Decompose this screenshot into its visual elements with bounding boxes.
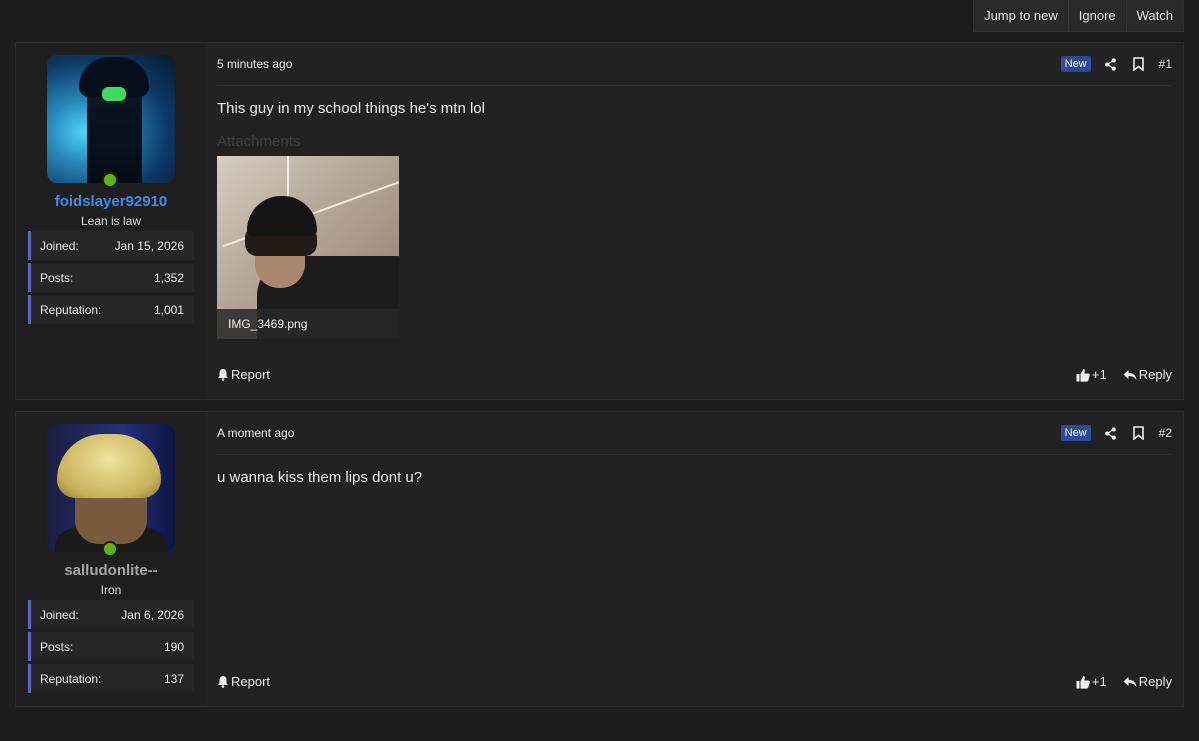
jump-to-new-button[interactable]: Jump to new xyxy=(974,0,1068,31)
thread-actions-bar: Jump to new Ignore Watch xyxy=(973,0,1184,32)
avatar[interactable] xyxy=(47,424,175,552)
like-button[interactable]: +1 xyxy=(1076,367,1107,382)
reply-icon xyxy=(1123,676,1137,688)
post-message: u wanna kiss them lips dont u? xyxy=(217,469,423,486)
attachment-filename[interactable]: IMG_3469.png xyxy=(217,309,399,339)
post-timestamp[interactable]: 5 minutes ago xyxy=(217,57,292,71)
stat-label: Posts: xyxy=(40,639,74,654)
stat-joined: Joined: Jan 6, 2026 xyxy=(28,600,194,629)
bell-icon xyxy=(217,675,229,688)
post-number-link[interactable]: #2 xyxy=(1159,426,1172,440)
stat-label: Reputation: xyxy=(40,671,102,686)
user-title: Iron xyxy=(100,583,122,597)
stat-value: Jan 15, 2026 xyxy=(114,238,184,253)
avatar[interactable] xyxy=(47,55,175,183)
report-label: Report xyxy=(231,674,271,689)
user-title: Lean is law xyxy=(80,214,142,228)
post-footer: Report +1 Reply xyxy=(217,367,1172,382)
stat-posts: Posts: 190 xyxy=(28,632,194,661)
user-info-panel: salludonlite-- Iron Joined: Jan 6, 2026 … xyxy=(16,412,206,706)
username-link[interactable]: salludonlite-- xyxy=(16,562,206,579)
online-status-indicator xyxy=(102,172,118,188)
stat-joined: Joined: Jan 15, 2026 xyxy=(28,231,194,260)
reply-icon xyxy=(1123,369,1137,381)
post-footer: Report +1 Reply xyxy=(217,674,1172,689)
attachments-heading: Attachments xyxy=(217,133,301,150)
bell-icon xyxy=(217,368,229,381)
post-header: A moment ago New #2 xyxy=(217,412,1172,455)
bookmark-icon[interactable] xyxy=(1131,56,1147,72)
attachment-thumbnail[interactable]: IMG_3469.png xyxy=(217,156,399,339)
stat-value: Jan 6, 2026 xyxy=(121,607,184,622)
post-content: 5 minutes ago New #1 This guy in my scho… xyxy=(206,43,1183,399)
report-label: Report xyxy=(231,367,271,382)
report-button[interactable]: Report xyxy=(217,674,270,689)
user-stats: Joined: Jan 15, 2026 Posts: 1,352 Reputa… xyxy=(28,231,194,327)
post: salludonlite-- Iron Joined: Jan 6, 2026 … xyxy=(15,411,1184,707)
new-badge: New xyxy=(1060,56,1091,72)
watch-button[interactable]: Watch xyxy=(1125,0,1183,31)
stat-label: Posts: xyxy=(40,270,74,285)
stat-value: 137 xyxy=(163,671,184,686)
like-count: +1 xyxy=(1091,674,1107,689)
stat-reputation: Reputation: 1,001 xyxy=(28,295,194,324)
post-message: This guy in my school things he's mtn lo… xyxy=(217,100,485,117)
online-status-indicator xyxy=(102,541,118,557)
share-icon[interactable] xyxy=(1103,425,1119,441)
bookmark-icon[interactable] xyxy=(1131,425,1147,441)
user-info-panel: foidslayer92910 Lean is law Joined: Jan … xyxy=(16,43,206,399)
stat-value: 1,001 xyxy=(153,302,184,317)
new-badge: New xyxy=(1060,425,1091,441)
post-timestamp[interactable]: A moment ago xyxy=(217,426,294,440)
stat-posts: Posts: 1,352 xyxy=(28,263,194,292)
user-stats: Joined: Jan 6, 2026 Posts: 190 Reputatio… xyxy=(28,600,194,696)
post: foidslayer92910 Lean is law Joined: Jan … xyxy=(15,42,1184,400)
thumbs-up-icon xyxy=(1076,368,1090,382)
ignore-button[interactable]: Ignore xyxy=(1067,0,1126,31)
post-header: 5 minutes ago New #1 xyxy=(217,43,1172,86)
username-link[interactable]: foidslayer92910 xyxy=(16,193,206,210)
stat-label: Joined: xyxy=(40,238,79,253)
stat-value: 1,352 xyxy=(153,270,184,285)
reply-button[interactable]: Reply xyxy=(1123,674,1172,689)
reply-label: Reply xyxy=(1138,367,1172,382)
like-button[interactable]: +1 xyxy=(1076,674,1107,689)
stat-label: Reputation: xyxy=(40,302,102,317)
share-icon[interactable] xyxy=(1103,56,1119,72)
thumbs-up-icon xyxy=(1076,675,1090,689)
like-count: +1 xyxy=(1091,367,1107,382)
reply-button[interactable]: Reply xyxy=(1123,367,1172,382)
reply-label: Reply xyxy=(1138,674,1172,689)
stat-label: Joined: xyxy=(40,607,79,622)
stat-value: 190 xyxy=(163,639,184,654)
post-number-link[interactable]: #1 xyxy=(1159,57,1172,71)
stat-reputation: Reputation: 137 xyxy=(28,664,194,693)
report-button[interactable]: Report xyxy=(217,367,270,382)
post-content: A moment ago New #2 u wanna kiss them li… xyxy=(206,412,1183,706)
